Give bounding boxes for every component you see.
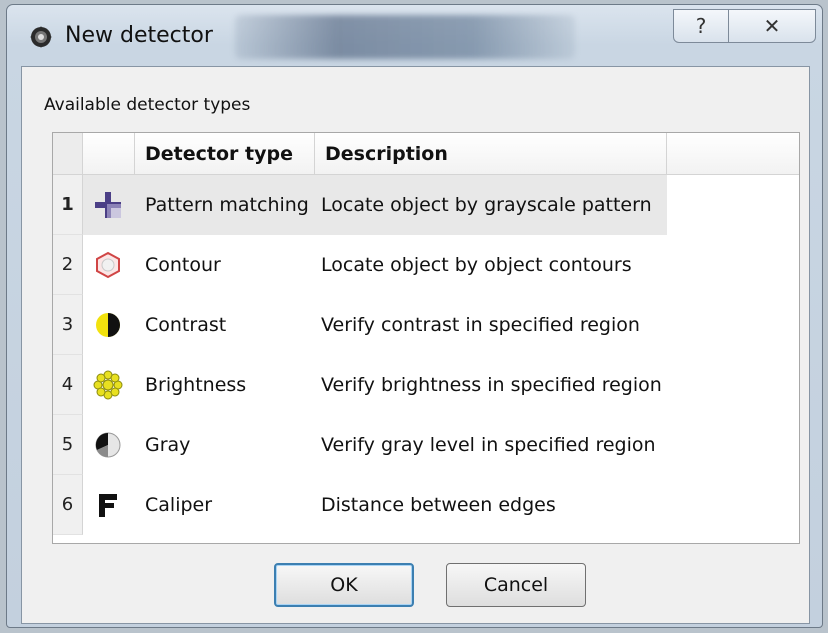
row-number[interactable]: 5 [53, 415, 83, 475]
detector-table[interactable]: Detector type Description 1 Pattern matc… [52, 132, 800, 544]
column-header-detector-type[interactable]: Detector type [135, 133, 315, 175]
row-number[interactable]: 4 [53, 355, 83, 415]
caliper-icon [99, 494, 117, 517]
half-circle-icon [96, 313, 120, 337]
ok-button[interactable]: OK [274, 563, 414, 607]
detector-type: Brightness [145, 374, 247, 396]
close-icon: ✕ [763, 14, 781, 38]
row-number[interactable]: 2 [53, 235, 83, 295]
dialog-content: Available detector types Detector type D… [21, 66, 810, 624]
row-number[interactable]: 6 [53, 475, 83, 535]
detector-description: Distance between edges [321, 494, 556, 516]
detector-description: Verify gray level in specified region [321, 434, 656, 456]
window-title: New detector [65, 23, 213, 48]
sun-icon [93, 370, 123, 400]
table-row[interactable]: 1 Pattern matching Locate object by gray… [53, 175, 799, 235]
detector-type: Caliper [145, 494, 213, 516]
help-button[interactable]: ? [673, 9, 729, 43]
cancel-button[interactable]: Cancel [446, 563, 586, 607]
detector-type: Contrast [145, 314, 227, 336]
detector-type: Contour [145, 254, 221, 276]
detector-description: Locate object by object contours [321, 254, 632, 276]
group-label: Available detector types [44, 95, 251, 115]
detector-type: Gray [145, 434, 191, 456]
row-number[interactable]: 1 [53, 175, 83, 235]
table-corner[interactable] [53, 133, 83, 175]
detector-description: Verify contrast in specified region [321, 314, 640, 336]
detector-type: Pattern matching [145, 194, 309, 216]
table-row[interactable]: 5 Gray Verify gray level in specified re… [53, 415, 799, 475]
gray-circle-icon [95, 432, 121, 458]
column-header-icon[interactable] [83, 133, 135, 175]
table-row[interactable]: 3 Contrast Verify contrast in specified … [53, 295, 799, 355]
dialog-window: New detector ? ✕ Available detector type… [6, 4, 823, 628]
detector-description: Verify brightness in specified region [321, 374, 662, 396]
detector-description: Locate object by grayscale pattern [321, 194, 652, 216]
column-header-description[interactable]: Description [315, 133, 667, 175]
row-number[interactable]: 3 [53, 295, 83, 355]
close-button[interactable]: ✕ [728, 9, 816, 43]
column-header-filler [667, 133, 799, 175]
table-row[interactable]: 6 Caliper Distance between edges [53, 475, 799, 535]
table-row[interactable]: 2 Contour Locate object by object contou… [53, 235, 799, 295]
app-gear-icon [30, 26, 52, 48]
table-row[interactable]: 4 Brightness Verify brightness in specif… [53, 355, 799, 415]
hexagon-icon [96, 251, 120, 279]
blurred-region [235, 15, 575, 59]
title-bar[interactable]: New detector ? ✕ [7, 5, 822, 65]
crosshair-icon [95, 192, 121, 218]
help-icon: ? [695, 14, 707, 38]
